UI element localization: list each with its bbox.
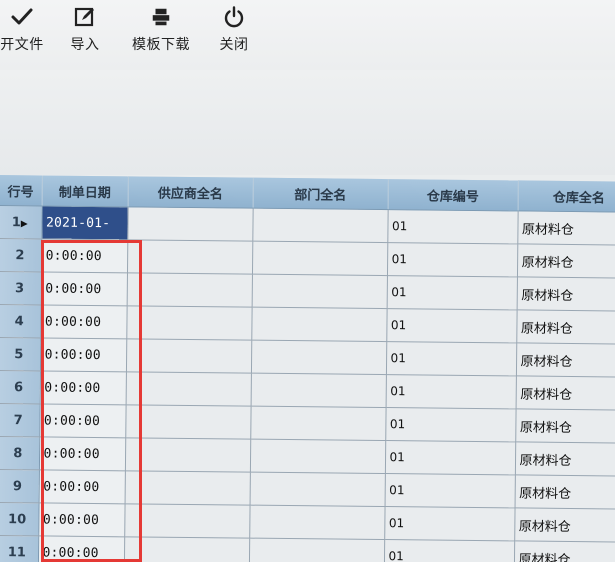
data-grid: 行号 制单日期 供应商全名 部门全名 仓库编号 仓库全名 1▶ 2021-01-… [0,175,615,562]
department-cell[interactable] [249,439,386,474]
power-icon [222,2,246,32]
row-number[interactable]: 7 [0,403,40,437]
template-download-label: 模板下载 [132,37,190,53]
supplier-cell[interactable] [125,404,251,440]
warehouse-code-cell[interactable]: 01 [384,473,515,508]
printer-icon [150,2,172,32]
warehouse-name-cell[interactable]: 原材料仓 [513,540,615,562]
row-number[interactable]: 9 [0,469,39,503]
department-cell[interactable] [251,307,387,342]
supplier-cell[interactable] [125,371,251,407]
header-supplier[interactable]: 供应商全名 [127,176,253,209]
warehouse-code-cell[interactable]: 01 [386,242,518,277]
date-cell[interactable]: 0:00:00 [38,436,126,471]
import-label: 导入 [70,37,100,53]
date-cell[interactable]: 0:00:00 [40,304,127,339]
row-number[interactable]: 11 [0,535,39,562]
open-file-label: 开文件 [0,37,44,53]
date-cell[interactable]: 0:00:00 [38,469,125,504]
department-cell[interactable] [251,241,388,276]
check-icon [10,2,34,32]
row-number[interactable]: 8 [0,436,40,470]
supplier-cell[interactable] [126,305,252,341]
warehouse-name-cell[interactable]: 原材料仓 [517,210,615,246]
department-cell[interactable] [249,472,385,507]
template-download-button[interactable]: 模板下载 [126,2,196,62]
warehouse-name-cell[interactable]: 原材料仓 [516,276,615,312]
screen: 开文件 导入 模板下载 关闭 行号 制单日期 供应商全名 部门全名 仓库编号 仓… [0,0,615,562]
warehouse-code-cell[interactable]: 01 [384,506,515,541]
warehouse-code-cell[interactable]: 01 [384,440,516,475]
date-cell[interactable]: 0:00:00 [40,271,127,306]
date-cell[interactable]: 0:00:00 [38,502,125,537]
supplier-cell[interactable] [125,338,252,374]
form-area [0,70,615,175]
header-warehouse-name[interactable]: 仓库全名 [517,180,615,213]
warehouse-name-cell[interactable]: 原材料仓 [515,342,615,378]
header-row-number[interactable]: 行号 [0,175,42,206]
warehouse-name-cell[interactable]: 原材料仓 [514,441,615,477]
supplier-cell[interactable] [126,239,253,275]
header-date[interactable]: 制单日期 [41,175,128,207]
supplier-cell[interactable] [124,503,250,539]
warehouse-name-cell[interactable]: 原材料仓 [516,309,615,345]
warehouse-code-cell[interactable]: 01 [385,341,517,376]
open-file-button[interactable]: 开文件 [0,2,50,62]
row-number[interactable]: 2 [0,238,42,272]
department-cell[interactable] [249,505,385,540]
row-number[interactable]: 1▶ [0,205,42,239]
department-cell[interactable] [252,208,388,243]
department-cell[interactable] [250,406,386,441]
date-cell[interactable]: 0:00:00 [37,535,125,562]
row-number[interactable]: 3 [0,271,41,305]
header-department[interactable]: 部门全名 [252,177,388,210]
row-number[interactable]: 10 [0,502,39,536]
header-warehouse-code[interactable]: 仓库编号 [387,179,518,211]
warehouse-code-cell[interactable]: 01 [385,374,516,409]
current-row-arrow-icon: ▶ [20,218,28,229]
edit-icon [73,2,97,32]
warehouse-code-cell[interactable]: 01 [385,407,516,442]
warehouse-code-cell[interactable]: 01 [386,308,517,343]
supplier-cell[interactable] [124,437,251,473]
warehouse-name-cell[interactable]: 原材料仓 [515,408,615,444]
date-cell[interactable]: 0:00:00 [39,403,126,438]
warehouse-name-cell[interactable]: 原材料仓 [516,243,615,279]
row-number[interactable]: 4 [0,304,41,338]
import-button[interactable]: 导入 [62,2,108,62]
supplier-cell[interactable] [124,470,250,506]
department-cell[interactable] [250,340,387,375]
date-cell[interactable]: 2021-01- [41,205,128,240]
date-cell[interactable]: 0:00:00 [40,238,128,273]
row-number[interactable]: 5 [0,337,41,371]
supplier-cell[interactable] [127,206,253,242]
warehouse-code-cell[interactable]: 01 [387,209,518,244]
department-cell[interactable] [251,274,387,309]
row-number[interactable]: 6 [0,370,40,404]
close-button[interactable]: 关闭 [214,2,254,62]
warehouse-name-cell[interactable]: 原材料仓 [514,474,615,510]
warehouse-name-cell[interactable]: 原材料仓 [515,375,615,411]
department-cell[interactable] [250,373,386,408]
supplier-cell[interactable] [123,536,250,562]
supplier-cell[interactable] [126,272,252,308]
close-label: 关闭 [219,37,249,53]
date-cell[interactable]: 0:00:00 [39,370,126,405]
date-cell[interactable]: 0:00:00 [39,337,127,372]
warehouse-code-cell[interactable]: 01 [386,275,517,310]
warehouse-name-cell[interactable]: 原材料仓 [514,507,615,543]
toolbar: 开文件 导入 模板下载 关闭 [0,0,615,70]
warehouse-code-cell[interactable]: 01 [383,539,515,562]
department-cell[interactable] [248,538,385,562]
